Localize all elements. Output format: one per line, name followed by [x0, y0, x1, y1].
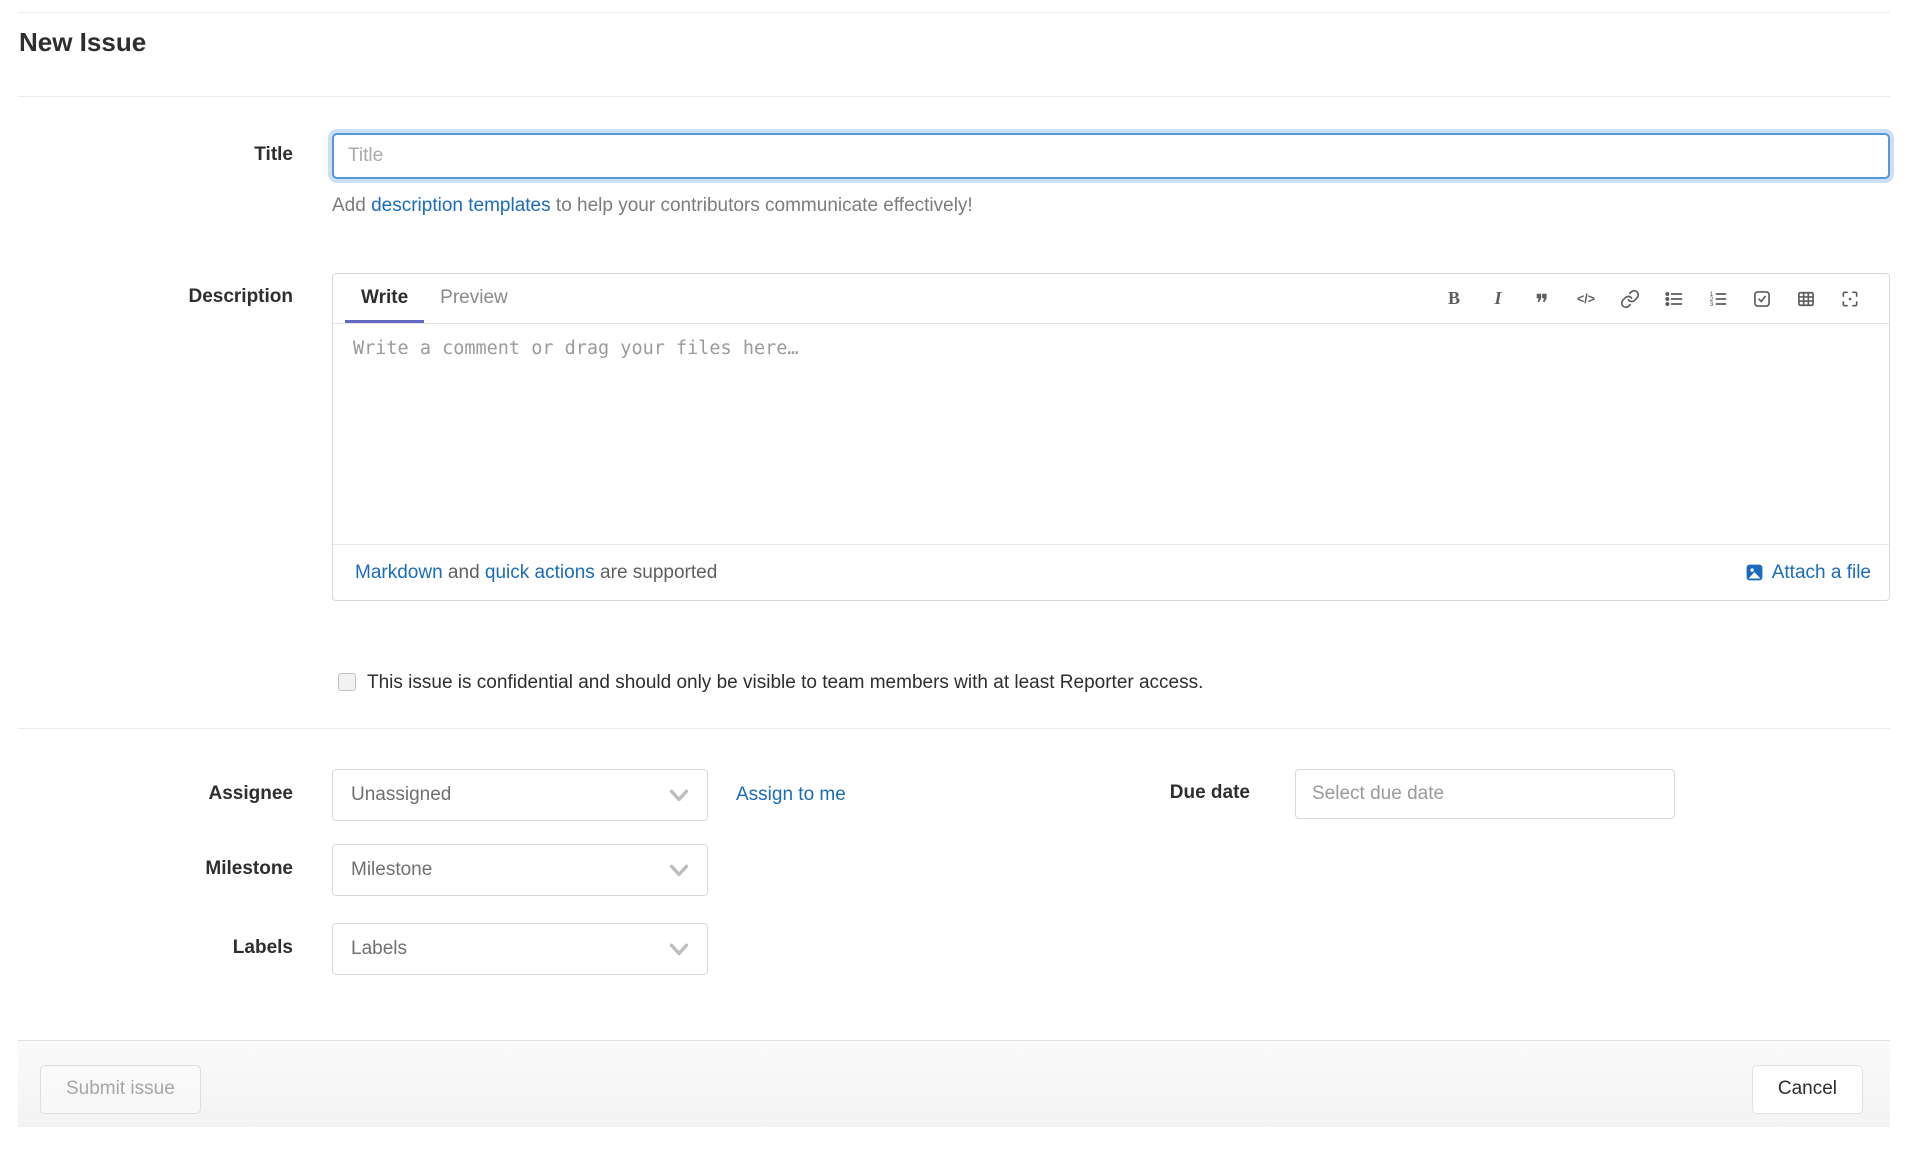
title-label: Title [254, 144, 293, 165]
markdown-support-text: Markdown and quick actions are supported [355, 562, 717, 584]
divider-header [18, 96, 1890, 97]
labels-row: Labels Labels [18, 923, 1890, 975]
divider-middle [18, 728, 1890, 729]
assign-to-me-link[interactable]: Assign to me [736, 784, 846, 806]
markdown-link[interactable]: Markdown [355, 562, 443, 583]
code-icon[interactable]: </> [1575, 288, 1597, 310]
bulleted-list-icon[interactable] [1663, 288, 1685, 310]
description-label: Description [188, 286, 293, 307]
fullscreen-icon[interactable] [1839, 288, 1861, 310]
quick-actions-link[interactable]: quick actions [485, 562, 595, 583]
description-textarea[interactable] [353, 338, 1869, 530]
markdown-toolbar: B I ❞ </> 123 [1443, 274, 1889, 323]
tab-preview[interactable]: Preview [424, 274, 524, 323]
chevron-down-icon [667, 783, 691, 807]
support-text-suffix: are supported [594, 561, 718, 583]
due-date-group: Due date [1040, 769, 1675, 819]
labels-dropdown-value: Labels [351, 938, 407, 959]
milestone-dropdown[interactable]: Milestone [332, 844, 708, 896]
svg-text:3: 3 [1710, 301, 1714, 308]
attach-a-file-label: Attach a file [1771, 561, 1871, 583]
title-row: Title [18, 133, 1890, 179]
help-prefix: Add [332, 195, 372, 216]
assignee-row: Assignee Unassigned Assign to me Due dat… [18, 769, 1890, 821]
labels-label: Labels [232, 937, 293, 958]
assignee-dropdown[interactable]: Unassigned [332, 769, 708, 821]
milestone-row: Milestone Milestone [18, 844, 1890, 896]
new-issue-page: New Issue Title Add description template… [0, 12, 1920, 1127]
table-icon[interactable] [1795, 288, 1817, 310]
markdown-editor-footer: Markdown and quick actions are supported… [333, 544, 1889, 600]
labels-dropdown[interactable]: Labels [332, 923, 708, 975]
assignee-label: Assignee [208, 783, 293, 804]
markdown-editor-body [333, 324, 1889, 544]
description-row: Description Write Preview B I ❞ </> 1 2 … [18, 273, 1890, 601]
confidential-checkbox[interactable] [338, 673, 356, 691]
title-input[interactable] [332, 133, 1890, 179]
support-text-middle: and [442, 561, 485, 583]
bold-icon[interactable]: B [1443, 288, 1465, 310]
milestone-dropdown-value: Milestone [351, 859, 433, 880]
form-actions-bar: Submit issue Cancel [18, 1040, 1890, 1127]
help-suffix: to help your contributors communicate ef… [550, 195, 973, 216]
italic-icon[interactable]: I [1487, 288, 1509, 310]
numbered-list-icon[interactable]: 123 [1707, 288, 1729, 310]
submit-issue-button[interactable]: Submit issue [40, 1064, 201, 1114]
chevron-down-icon [667, 858, 691, 882]
attach-a-file-button[interactable]: Attach a file [1745, 562, 1871, 584]
attach-image-icon [1745, 563, 1764, 582]
task-list-icon[interactable] [1751, 288, 1773, 310]
chevron-down-icon [667, 937, 691, 961]
divider-top [18, 12, 1890, 13]
page-title: New Issue [19, 27, 147, 57]
markdown-editor-header: Write Preview B I ❞ </> 123 [333, 274, 1889, 324]
description-templates-link[interactable]: description templates [371, 195, 551, 216]
editor-tabs: Write Preview [333, 274, 524, 323]
due-date-input[interactable] [1295, 769, 1675, 819]
confidential-row: This issue is confidential and should on… [18, 671, 1890, 694]
title-help-text: Add description templates to help your c… [332, 195, 1890, 217]
milestone-label: Milestone [205, 858, 293, 879]
due-date-label: Due date [1169, 782, 1250, 803]
cancel-button[interactable]: Cancel [1751, 1064, 1863, 1114]
confidential-label: This issue is confidential and should on… [367, 672, 1204, 693]
tab-write[interactable]: Write [345, 274, 425, 323]
quote-icon[interactable]: ❞ [1531, 288, 1553, 316]
assignee-dropdown-value: Unassigned [351, 784, 452, 805]
link-icon[interactable] [1619, 288, 1641, 310]
markdown-editor: Write Preview B I ❞ </> 123 Write a comm… [332, 273, 1890, 601]
